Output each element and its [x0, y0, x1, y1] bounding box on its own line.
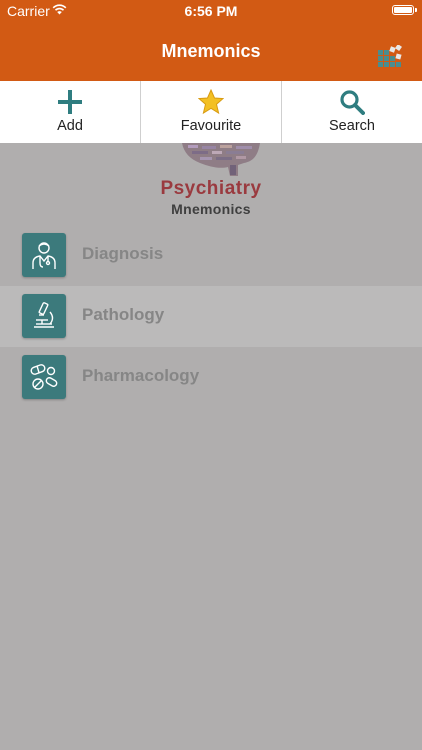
search-label: Search: [329, 118, 375, 134]
status-bar: Carrier 6:56 PM: [0, 0, 422, 22]
microscope-icon: [22, 294, 66, 338]
search-button[interactable]: Search: [282, 81, 422, 143]
menu-item-pathology[interactable]: Pathology: [0, 286, 422, 347]
menu-item-diagnosis[interactable]: Diagnosis: [0, 225, 422, 286]
main-content: Psychiatry Mnemonics Diagnosis Pathology…: [0, 143, 422, 750]
menu-item-label: Pharmacology: [82, 366, 200, 385]
navigation-bar: Mnemonics: [0, 22, 422, 81]
app-logo: Psychiatry Mnemonics: [0, 143, 422, 223]
plus-icon: [58, 90, 82, 114]
favourite-label: Favourite: [180, 118, 242, 134]
doctor-icon: [22, 233, 66, 277]
add-button[interactable]: Add: [0, 81, 141, 143]
battery-icon: [392, 5, 417, 15]
add-label: Add: [57, 118, 83, 134]
star-icon: [198, 89, 224, 115]
pills-icon: [22, 355, 66, 399]
toolbar: Add Favourite Search: [0, 81, 422, 144]
menu-item-pharmacology[interactable]: Pharmacology: [0, 347, 422, 408]
brain-icon: [182, 143, 260, 176]
clock: 6:56 PM: [184, 3, 238, 19]
grid-icon[interactable]: [378, 45, 402, 69]
logo-subtitle: Mnemonics: [171, 201, 251, 217]
menu-item-label: Diagnosis: [82, 244, 164, 263]
menu-item-label: Pathology: [82, 305, 165, 324]
page-title: Mnemonics: [161, 41, 261, 61]
logo-title: Psychiatry: [160, 178, 262, 199]
search-icon: [340, 90, 365, 115]
favourite-button[interactable]: Favourite: [141, 81, 282, 143]
